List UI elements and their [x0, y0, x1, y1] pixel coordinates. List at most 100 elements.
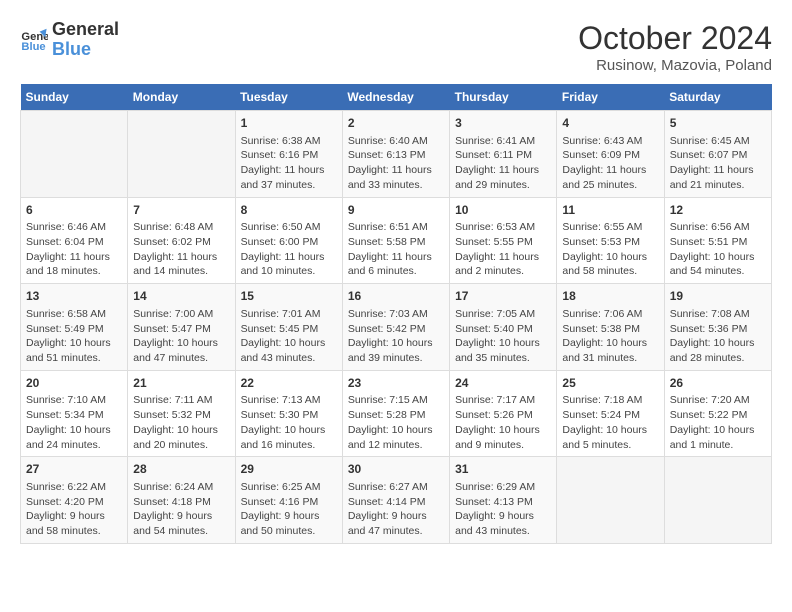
- day-info: Sunset: 5:45 PM: [241, 322, 337, 337]
- day-number: 11: [562, 202, 658, 219]
- day-number: 20: [26, 375, 122, 392]
- day-info: Sunrise: 7:06 AM: [562, 307, 658, 322]
- day-info: Sunset: 5:24 PM: [562, 408, 658, 423]
- calendar-cell: [557, 457, 664, 544]
- calendar-cell: [21, 111, 128, 198]
- logo: General Blue General Blue: [20, 20, 119, 60]
- day-info: Sunrise: 6:53 AM: [455, 220, 551, 235]
- day-info: Daylight: 10 hours and 43 minutes.: [241, 336, 337, 365]
- day-info: Daylight: 11 hours and 21 minutes.: [670, 163, 766, 192]
- calendar-cell: 29Sunrise: 6:25 AMSunset: 4:16 PMDayligh…: [235, 457, 342, 544]
- day-info: Sunset: 6:13 PM: [348, 148, 444, 163]
- day-number: 7: [133, 202, 229, 219]
- calendar-cell: 30Sunrise: 6:27 AMSunset: 4:14 PMDayligh…: [342, 457, 449, 544]
- calendar-cell: 3Sunrise: 6:41 AMSunset: 6:11 PMDaylight…: [450, 111, 557, 198]
- day-number: 2: [348, 115, 444, 132]
- calendar-cell: 24Sunrise: 7:17 AMSunset: 5:26 PMDayligh…: [450, 370, 557, 457]
- day-info: Sunrise: 7:00 AM: [133, 307, 229, 322]
- day-info: Sunset: 6:16 PM: [241, 148, 337, 163]
- day-info: Sunrise: 7:13 AM: [241, 393, 337, 408]
- day-info: Sunrise: 6:51 AM: [348, 220, 444, 235]
- day-info: Daylight: 10 hours and 16 minutes.: [241, 423, 337, 452]
- day-info: Sunset: 5:32 PM: [133, 408, 229, 423]
- week-row-3: 13Sunrise: 6:58 AMSunset: 5:49 PMDayligh…: [21, 284, 772, 371]
- day-number: 19: [670, 288, 766, 305]
- day-info: Daylight: 10 hours and 58 minutes.: [562, 250, 658, 279]
- day-info: Sunrise: 6:58 AM: [26, 307, 122, 322]
- calendar-cell: 22Sunrise: 7:13 AMSunset: 5:30 PMDayligh…: [235, 370, 342, 457]
- calendar-body: 1Sunrise: 6:38 AMSunset: 6:16 PMDaylight…: [21, 111, 772, 544]
- header-thursday: Thursday: [450, 84, 557, 111]
- day-info: Sunset: 5:38 PM: [562, 322, 658, 337]
- day-info: Daylight: 11 hours and 2 minutes.: [455, 250, 551, 279]
- calendar-cell: 18Sunrise: 7:06 AMSunset: 5:38 PMDayligh…: [557, 284, 664, 371]
- day-info: Sunrise: 6:48 AM: [133, 220, 229, 235]
- day-info: Daylight: 10 hours and 39 minutes.: [348, 336, 444, 365]
- day-info: Sunset: 5:47 PM: [133, 322, 229, 337]
- day-info: Sunrise: 6:43 AM: [562, 134, 658, 149]
- day-number: 23: [348, 375, 444, 392]
- day-info: Daylight: 11 hours and 25 minutes.: [562, 163, 658, 192]
- calendar-header: SundayMondayTuesdayWednesdayThursdayFrid…: [21, 84, 772, 111]
- header-saturday: Saturday: [664, 84, 771, 111]
- calendar-cell: 17Sunrise: 7:05 AMSunset: 5:40 PMDayligh…: [450, 284, 557, 371]
- day-info: Sunrise: 6:45 AM: [670, 134, 766, 149]
- day-info: Sunrise: 7:11 AM: [133, 393, 229, 408]
- day-info: Sunrise: 6:41 AM: [455, 134, 551, 149]
- day-info: Sunrise: 6:46 AM: [26, 220, 122, 235]
- day-info: Sunset: 4:18 PM: [133, 495, 229, 510]
- day-info: Sunset: 6:04 PM: [26, 235, 122, 250]
- day-info: Sunset: 5:22 PM: [670, 408, 766, 423]
- day-info: Sunset: 5:49 PM: [26, 322, 122, 337]
- day-info: Sunrise: 7:10 AM: [26, 393, 122, 408]
- day-info: Sunset: 4:14 PM: [348, 495, 444, 510]
- day-info: Sunset: 5:51 PM: [670, 235, 766, 250]
- day-info: Sunset: 4:20 PM: [26, 495, 122, 510]
- day-info: Sunrise: 6:40 AM: [348, 134, 444, 149]
- svg-text:Blue: Blue: [21, 41, 45, 53]
- day-number: 18: [562, 288, 658, 305]
- calendar-cell: 21Sunrise: 7:11 AMSunset: 5:32 PMDayligh…: [128, 370, 235, 457]
- logo-line2: Blue: [52, 40, 119, 60]
- day-info: Sunset: 5:26 PM: [455, 408, 551, 423]
- header-monday: Monday: [128, 84, 235, 111]
- page-header: General Blue General Blue October 2024 R…: [20, 20, 772, 74]
- calendar-cell: 15Sunrise: 7:01 AMSunset: 5:45 PMDayligh…: [235, 284, 342, 371]
- header-row: SundayMondayTuesdayWednesdayThursdayFrid…: [21, 84, 772, 111]
- day-info: Daylight: 11 hours and 10 minutes.: [241, 250, 337, 279]
- day-info: Daylight: 10 hours and 5 minutes.: [562, 423, 658, 452]
- calendar-cell: 10Sunrise: 6:53 AMSunset: 5:55 PMDayligh…: [450, 197, 557, 284]
- day-number: 29: [241, 461, 337, 478]
- day-number: 28: [133, 461, 229, 478]
- day-info: Daylight: 10 hours and 51 minutes.: [26, 336, 122, 365]
- day-info: Daylight: 11 hours and 37 minutes.: [241, 163, 337, 192]
- calendar-cell: 4Sunrise: 6:43 AMSunset: 6:09 PMDaylight…: [557, 111, 664, 198]
- day-number: 16: [348, 288, 444, 305]
- day-info: Sunset: 5:40 PM: [455, 322, 551, 337]
- day-info: Sunset: 5:42 PM: [348, 322, 444, 337]
- day-info: Sunset: 4:13 PM: [455, 495, 551, 510]
- day-info: Sunset: 4:16 PM: [241, 495, 337, 510]
- day-number: 12: [670, 202, 766, 219]
- day-info: Daylight: 11 hours and 29 minutes.: [455, 163, 551, 192]
- header-wednesday: Wednesday: [342, 84, 449, 111]
- day-info: Sunrise: 6:22 AM: [26, 480, 122, 495]
- day-number: 21: [133, 375, 229, 392]
- calendar-cell: 9Sunrise: 6:51 AMSunset: 5:58 PMDaylight…: [342, 197, 449, 284]
- day-info: Sunset: 5:53 PM: [562, 235, 658, 250]
- calendar-cell: 1Sunrise: 6:38 AMSunset: 6:16 PMDaylight…: [235, 111, 342, 198]
- calendar-cell: [664, 457, 771, 544]
- day-info: Daylight: 10 hours and 1 minute.: [670, 423, 766, 452]
- header-sunday: Sunday: [21, 84, 128, 111]
- calendar-cell: 13Sunrise: 6:58 AMSunset: 5:49 PMDayligh…: [21, 284, 128, 371]
- day-info: Daylight: 11 hours and 14 minutes.: [133, 250, 229, 279]
- calendar-cell: 12Sunrise: 6:56 AMSunset: 5:51 PMDayligh…: [664, 197, 771, 284]
- week-row-5: 27Sunrise: 6:22 AMSunset: 4:20 PMDayligh…: [21, 457, 772, 544]
- logo-line1: General: [52, 20, 119, 40]
- subtitle: Rusinow, Mazovia, Poland: [578, 57, 772, 74]
- calendar-cell: 23Sunrise: 7:15 AMSunset: 5:28 PMDayligh…: [342, 370, 449, 457]
- day-info: Daylight: 10 hours and 35 minutes.: [455, 336, 551, 365]
- day-info: Sunrise: 7:18 AM: [562, 393, 658, 408]
- day-number: 1: [241, 115, 337, 132]
- logo-icon: General Blue: [20, 26, 48, 54]
